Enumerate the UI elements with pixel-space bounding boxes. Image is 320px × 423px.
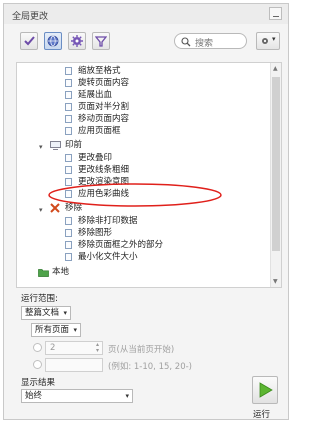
title-bar: 全局更改 [4,4,288,24]
document-icon [65,67,72,75]
pages-value: 所有页面 [35,325,70,335]
page-suffix-text: 页(从当前页开始) [108,345,175,355]
show-results-label: 显示结果 [21,378,56,388]
search-icon [181,37,191,47]
checkmark-filter-button[interactable] [20,32,38,50]
funnel-icon [95,35,107,47]
gear-icon [71,35,83,47]
chevron-down-icon: ▾ [272,35,276,43]
spinner-arrows-icon[interactable]: ▴ ▾ [96,342,99,354]
page-count-radio[interactable] [33,343,42,352]
run-range-label: 运行范围: [21,294,58,304]
custom-range-radio[interactable] [33,360,42,369]
show-results-dropdown[interactable]: 始终 ▾ [21,389,133,403]
minimize-icon[interactable] [269,7,282,20]
document-icon [65,127,72,135]
monitor-icon [50,141,61,150]
search-input[interactable]: 搜索 [174,33,247,49]
pages-dropdown[interactable]: 所有页面 ▾ [31,323,81,337]
document-icon [65,241,72,249]
folder-icon [38,269,49,277]
globe-icon [47,35,59,47]
run-button[interactable] [252,376,278,404]
chevron-down-icon: ▾ [39,206,43,214]
chevron-down-icon: ▾ [39,143,43,151]
globe-filter-button[interactable] [44,32,62,50]
tree-scrollbar[interactable]: ▲ ▼ [270,63,281,287]
funnel-filter-button[interactable] [92,32,110,50]
document-icon [65,229,72,237]
highlight-ellipse [48,183,222,207]
scope-value: 整篇文档 [25,308,60,318]
document-icon [65,79,72,87]
chevron-down-icon: ▾ [73,326,77,334]
chevron-down-icon: ▾ [125,392,129,400]
document-icon [65,103,72,111]
play-icon [259,382,273,398]
window-title: 全局更改 [12,12,49,22]
chevron-down-icon: ▾ [63,309,67,317]
gear-filter-button[interactable] [68,32,86,50]
custom-range-input[interactable] [45,358,103,372]
show-results-value: 始终 [25,391,43,401]
scope-dropdown[interactable]: 整篇文档 ▾ [21,306,71,320]
settings-gear-icon [262,38,268,44]
options-menu-button[interactable]: ▾ [256,32,280,50]
document-icon [65,115,72,123]
example-hint-text: (例如: 1-10, 15, 20-) [108,362,192,372]
toolbar: 搜索 ▾ [4,32,288,58]
page-number-value: 2 [50,343,56,353]
search-placeholder: 搜索 [195,39,214,49]
document-icon [65,91,72,99]
scroll-up-icon[interactable]: ▲ [273,65,278,72]
action-tree[interactable]: 缩放至格式 旋转页面内容 延展出血 页面对半分割 移动页面内容 应用页面框 ▾ … [16,62,282,288]
scroll-down-icon[interactable]: ▼ [273,278,278,285]
checkmark-icon [23,36,35,46]
document-icon [65,154,72,162]
document-icon [65,253,72,261]
run-label: 运行 [253,410,271,420]
document-icon [65,166,72,174]
document-icon [65,217,72,225]
page-number-spinner[interactable]: 2 ▴ ▾ [45,341,103,355]
scrollbar-thumb[interactable] [272,77,280,251]
global-changes-panel: 全局更改 搜索 ▾ 缩放至格式 旋转页面内容 延展出血 页面对半分割 移动页面内… [3,3,289,420]
